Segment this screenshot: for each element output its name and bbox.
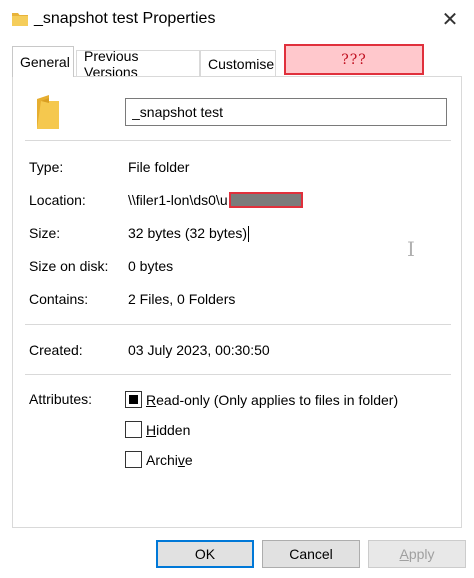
location-value[interactable]: \\filer1-lon\ds0\u: [128, 192, 303, 209]
location-label: Location:: [29, 192, 86, 208]
archive-label: Archive: [146, 451, 193, 468]
redacted-tab-annotation: ???: [284, 44, 424, 75]
location-text: \\filer1-lon\ds0\u: [128, 192, 228, 208]
created-value: 03 July 2023, 00:30:50: [128, 342, 270, 358]
contains-value: 2 Files, 0 Folders: [128, 291, 236, 307]
separator: [25, 374, 451, 375]
text-cursor-icon: I: [407, 237, 415, 261]
close-icon: ✕: [441, 8, 459, 31]
folder-icon: [37, 95, 59, 129]
redacted-box: [228, 192, 303, 209]
readonly-checkbox[interactable]: [125, 391, 142, 408]
separator: [25, 140, 451, 141]
hidden-label: Hidden: [146, 421, 191, 438]
general-panel: Type: File folder Location: \\filer1-lon…: [12, 76, 462, 528]
folder-name-input[interactable]: [125, 98, 447, 126]
contains-label: Contains:: [29, 291, 89, 307]
tab-previous-versions[interactable]: Previous Versions: [76, 48, 200, 80]
size-text: 32 bytes (32 bytes): [128, 225, 248, 241]
tab-customise[interactable]: Customise: [200, 50, 276, 77]
hidden-checkbox[interactable]: [125, 421, 142, 438]
readonly-label: Read-only (Only applies to files in fold…: [146, 391, 399, 408]
window-title: _snapshot test Properties: [34, 10, 216, 27]
type-value: File folder: [128, 159, 190, 175]
close-button[interactable]: ✕: [434, 6, 466, 32]
apply-button[interactable]: Apply: [368, 540, 466, 568]
size-on-disk-value: 0 bytes: [128, 258, 174, 274]
archive-checkbox-row[interactable]: Archive: [125, 451, 193, 468]
size-label: Size:: [29, 225, 61, 241]
size-value[interactable]: 32 bytes (32 bytes): [128, 225, 250, 243]
readonly-checkbox-row[interactable]: Read-only (Only applies to files in fold…: [125, 391, 398, 408]
created-label: Created:: [29, 342, 83, 358]
tab-general[interactable]: General: [12, 46, 74, 77]
text-caret: [248, 226, 250, 243]
cancel-button[interactable]: Cancel: [262, 540, 360, 568]
size-on-disk-label: Size on disk:: [29, 258, 109, 274]
archive-checkbox[interactable]: [125, 451, 142, 468]
indeterminate-mark: [129, 395, 138, 404]
folder-icon: [12, 13, 28, 26]
attributes-label: Attributes:: [29, 391, 93, 407]
type-label: Type:: [29, 159, 64, 175]
hidden-checkbox-row[interactable]: Hidden: [125, 421, 190, 438]
separator: [25, 324, 451, 325]
properties-dialog: _snapshot test Properties ✕ General Prev…: [0, 0, 474, 578]
ok-button[interactable]: OK: [156, 540, 254, 568]
tab-strip: General Previous Versions Customise ???: [12, 44, 462, 80]
